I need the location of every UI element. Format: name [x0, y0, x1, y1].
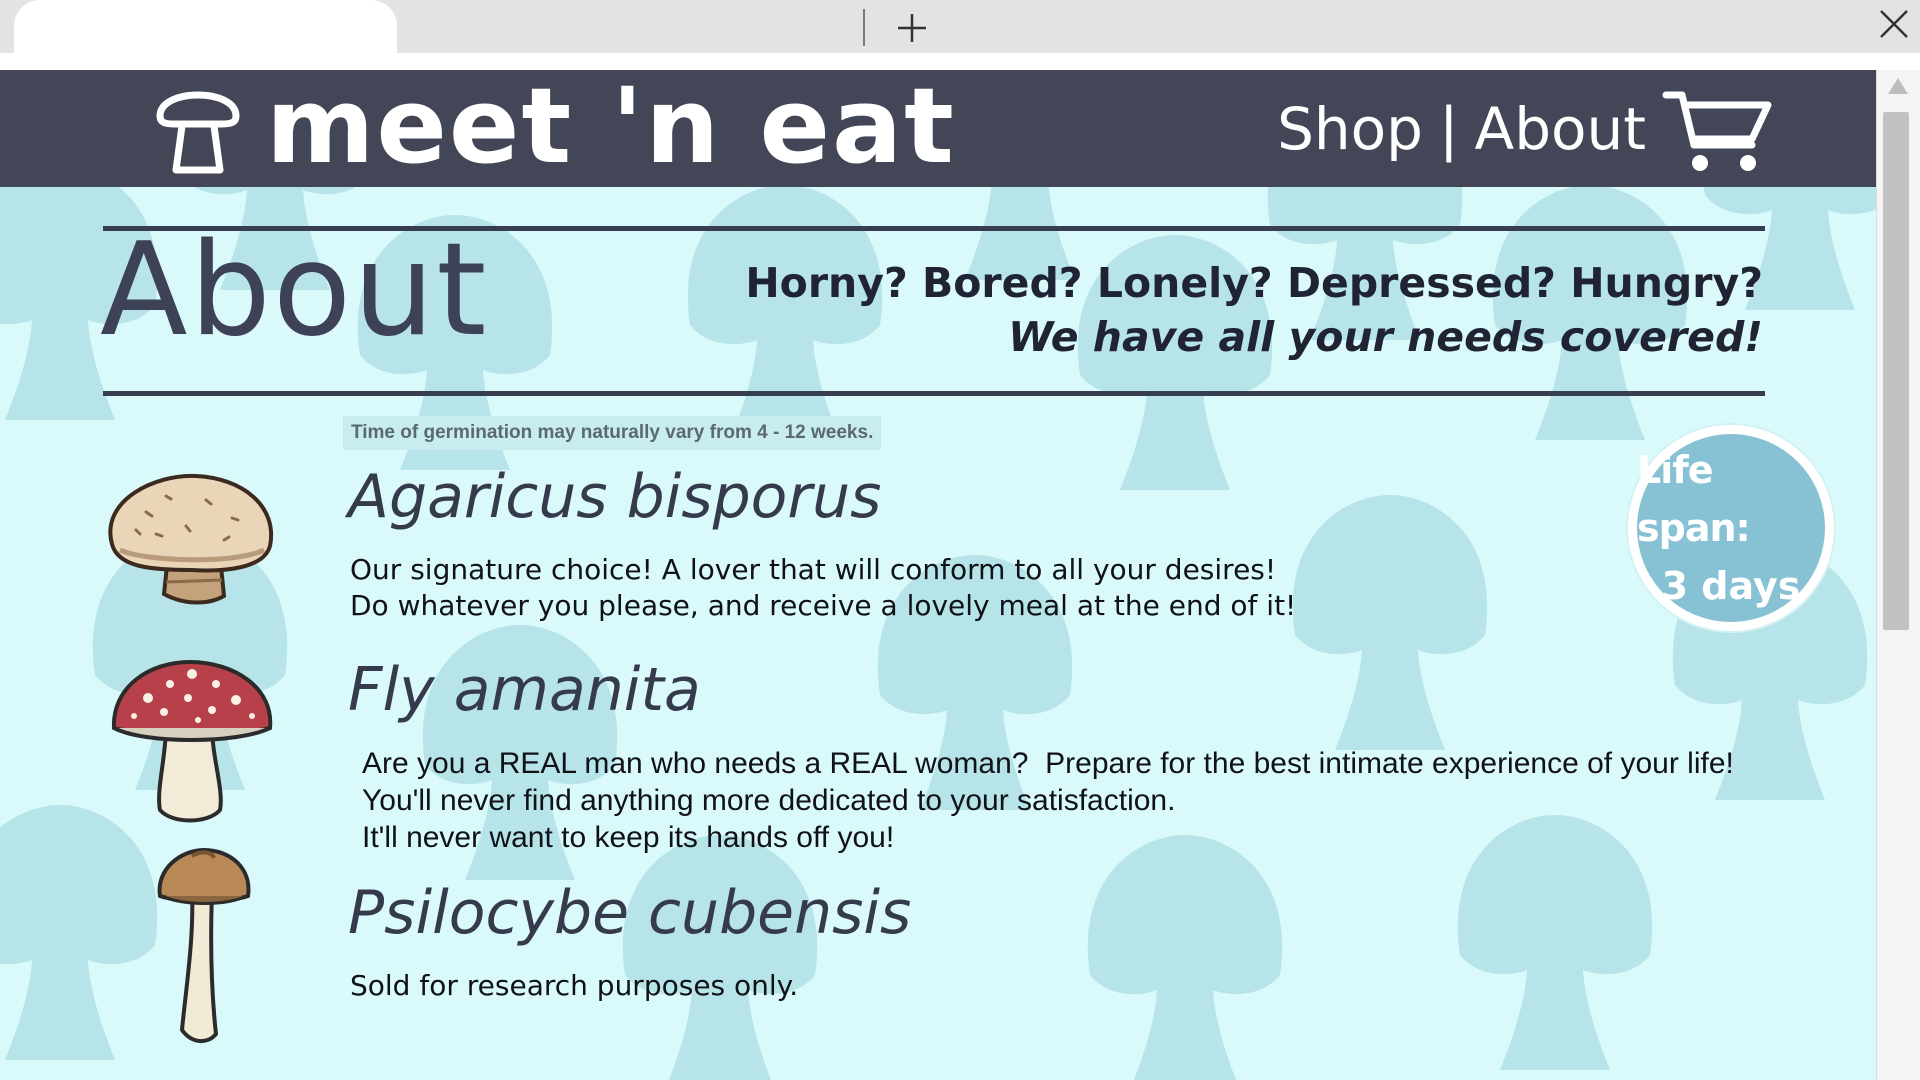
- product-description-psilocybe: Sold for research purposes only.: [350, 968, 798, 1004]
- nav-shop-link[interactable]: Shop: [1277, 95, 1423, 163]
- germination-note: Time of germination may naturally vary f…: [343, 416, 882, 450]
- scrollbar-thumb[interactable]: [1883, 112, 1909, 630]
- close-icon: [1880, 10, 1908, 38]
- tagline: Horny? Bored? Lonely? Depressed? Hungry?…: [745, 256, 1763, 364]
- scroll-up-arrow-icon[interactable]: [1888, 78, 1908, 94]
- vertical-scrollbar[interactable]: [1876, 70, 1920, 1080]
- description-line: It'll never want to keep its hands off y…: [362, 821, 895, 854]
- plus-icon: [897, 13, 926, 42]
- cart-icon[interactable]: [1662, 87, 1774, 177]
- button-mushroom-image: [108, 473, 274, 605]
- description-line: Are you a REAL man who needs a REAL woma…: [362, 747, 1734, 780]
- tagline-line-2: We have all your needs covered!: [1008, 313, 1763, 361]
- browser-tab-bar: [0, 0, 1920, 53]
- product-name-fly-amanita: Fly amanita: [348, 655, 701, 725]
- close-window-button[interactable]: [1876, 6, 1912, 42]
- browser-toolbar-strip: [0, 53, 1920, 70]
- tagline-line-1: Horny? Bored? Lonely? Depressed? Hungry?: [745, 259, 1763, 307]
- site-header: meet 'n eat Shop | About: [0, 70, 1876, 187]
- psilocybe-mushroom-image: [157, 848, 251, 1043]
- description-line: Our signature choice! A lover that will …: [350, 553, 1277, 586]
- new-tab-button[interactable]: [893, 9, 930, 46]
- product-name-agaricus: Agaricus bisporus: [348, 462, 882, 532]
- tab-separator: [863, 9, 865, 46]
- mushroom-icon[interactable]: [152, 78, 244, 178]
- nav-separator: |: [1438, 95, 1459, 163]
- brand-logo-text[interactable]: meet 'n eat: [266, 70, 956, 196]
- fly-agaric-mushroom-image: [111, 659, 273, 823]
- page-viewport: meet 'n eat Shop | About About Horny? Bore…: [0, 70, 1876, 1080]
- browser-tab-active[interactable]: [14, 0, 397, 53]
- main-nav: Shop | About: [1277, 94, 1646, 164]
- bottom-divider: [103, 391, 1765, 396]
- page-title: About: [100, 216, 489, 365]
- lifespan-badge: Life span: 3 days: [1628, 425, 1834, 631]
- badge-line-2: 3 days: [1661, 564, 1801, 608]
- description-line: Do whatever you please, and receive a lo…: [350, 589, 1297, 622]
- description-line: Sold for research purposes only.: [350, 969, 799, 1002]
- nav-about-link[interactable]: About: [1475, 95, 1646, 163]
- badge-line-1: Life span:: [1637, 448, 1751, 550]
- product-name-psilocybe: Psilocybe cubensis: [348, 878, 912, 948]
- product-description-fly-amanita: Are you a REAL man who needs a REAL woma…: [362, 745, 1734, 856]
- product-description-agaricus: Our signature choice! A lover that will …: [350, 552, 1296, 624]
- description-line: You'll never find anything more dedicate…: [362, 784, 1176, 817]
